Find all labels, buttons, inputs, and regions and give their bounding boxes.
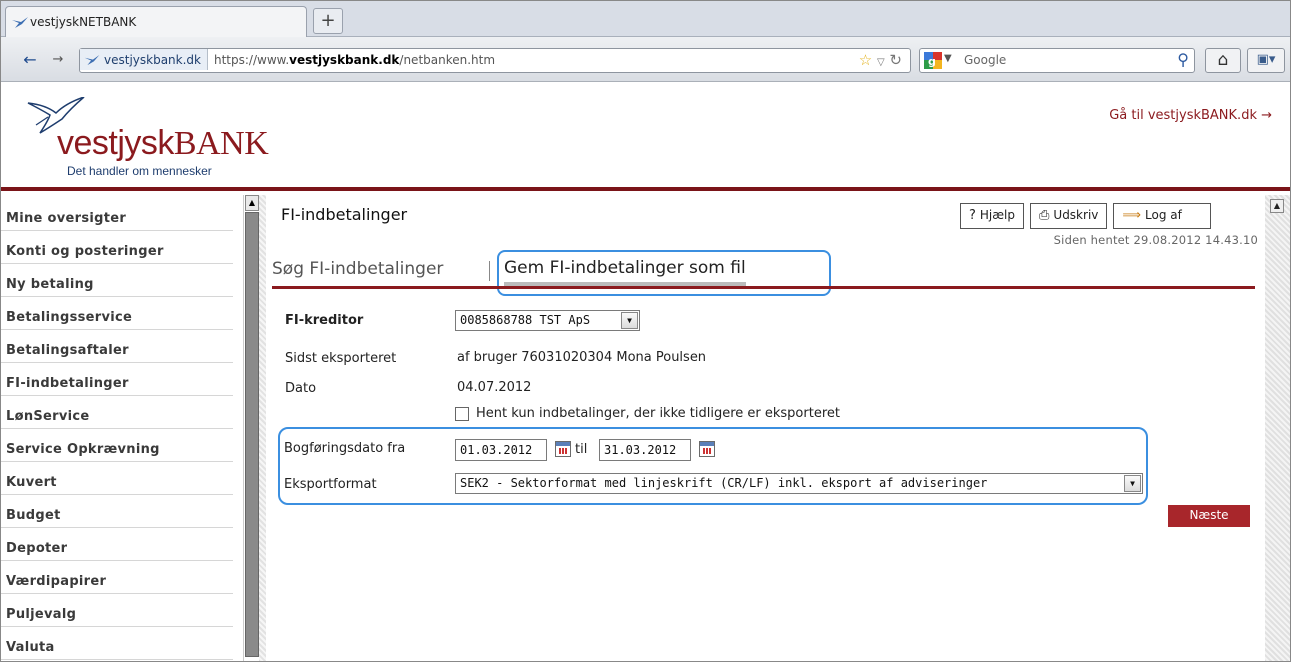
url-path: /netbanken.htm bbox=[399, 53, 496, 67]
tab-underline bbox=[272, 286, 1255, 289]
browser-tab-strip: vestjyskNETBANK + bbox=[1, 1, 1290, 38]
sidebar-item-kuvert[interactable]: Kuvert bbox=[1, 462, 233, 495]
only-new-checkbox[interactable] bbox=[455, 407, 469, 421]
til-label: til bbox=[575, 442, 588, 457]
sidebar-item-betalingsservice[interactable]: Betalingsservice bbox=[1, 297, 233, 330]
google-icon: g bbox=[924, 52, 942, 69]
tab-search-fi-indbetalinger[interactable]: Søg FI-indbetalinger bbox=[272, 259, 443, 279]
calendar-to-icon[interactable] bbox=[699, 441, 715, 457]
date-value: 04.07.2012 bbox=[457, 380, 532, 395]
addon-button[interactable]: ▣▾ bbox=[1247, 48, 1285, 73]
sidebar-item-ny-betaling[interactable]: Ny betaling bbox=[1, 264, 233, 297]
sidebar-item-vaerdipapirer[interactable]: Værdipapirer bbox=[1, 561, 233, 594]
help-button[interactable]: ? Hjælp bbox=[960, 203, 1024, 229]
reload-icon[interactable]: ↻ bbox=[889, 51, 902, 69]
calendar-from-icon[interactable] bbox=[555, 441, 571, 457]
print-button[interactable]: ⎙ Udskriv bbox=[1030, 203, 1108, 229]
sidebar-item-lonservice[interactable]: LønService bbox=[1, 396, 233, 429]
sidebar-item-service-opkraevning[interactable]: Service Opkrævning bbox=[1, 429, 233, 462]
logout-button[interactable]: ⟹ Log af bbox=[1113, 203, 1211, 229]
url-bar-icons: ☆ ▽ ↻ bbox=[859, 51, 902, 69]
last-exported-value: af bruger 76031020304 Mona Poulsen bbox=[457, 350, 707, 365]
bookmark-star-icon[interactable]: ☆ bbox=[859, 51, 872, 69]
sidebar-scrollbar[interactable]: ▲ bbox=[243, 195, 259, 662]
search-icon[interactable]: ⚲ bbox=[1177, 50, 1189, 69]
sidebar-item-valuta[interactable]: Valuta bbox=[1, 627, 233, 660]
header-divider bbox=[1, 187, 1290, 191]
bank-header: vestjyskBANK Det handler om mennesker Gå… bbox=[1, 83, 1290, 187]
sidebar-item-mine-oversigter[interactable]: Mine oversigter bbox=[1, 195, 233, 231]
chevron-down-icon[interactable]: ▼ bbox=[1124, 475, 1141, 492]
bank-logo-text: vestjyskBANK bbox=[57, 124, 269, 162]
creditor-label: FI-kreditor bbox=[285, 313, 364, 328]
export-format-label: Eksportformat bbox=[284, 477, 377, 492]
home-button[interactable]: ⌂ bbox=[1205, 48, 1241, 73]
bird-logo-icon bbox=[84, 55, 100, 66]
new-tab-button[interactable]: + bbox=[313, 8, 343, 34]
sidebar-menu: Mine oversigter Konti og posteringer Ny … bbox=[1, 195, 259, 662]
goto-website-link[interactable]: Gå til vestjyskBANK.dk → bbox=[1109, 108, 1272, 123]
only-new-label: Hent kun indbetalinger, der ikke tidlige… bbox=[476, 406, 840, 421]
creditor-select[interactable]: 0085868788 TST ApS ▼ bbox=[455, 310, 640, 331]
sidebar-item-fi-indbetalinger[interactable]: FI-indbetalinger bbox=[1, 363, 233, 396]
date-label: Dato bbox=[285, 381, 317, 396]
addon-icon: ▣▾ bbox=[1256, 52, 1276, 67]
chevron-down-icon[interactable]: ▼ bbox=[621, 312, 638, 329]
scroll-up-icon[interactable]: ▲ bbox=[1270, 199, 1284, 213]
browser-nav-bar: ← → vestjyskbank.dk https://www.vestjysk… bbox=[1, 37, 1290, 82]
help-icon: ? bbox=[969, 208, 976, 223]
sidebar-item-konti[interactable]: Konti og posteringer bbox=[1, 231, 233, 264]
site-identity-button[interactable]: vestjyskbank.dk bbox=[80, 49, 208, 70]
url-bar[interactable]: vestjyskbank.dk https://www.vestjyskbank… bbox=[79, 48, 911, 73]
scrollbar-thumb[interactable] bbox=[245, 212, 259, 657]
site-identity-label: vestjyskbank.dk bbox=[104, 53, 201, 67]
search-placeholder: Google bbox=[964, 53, 1007, 67]
export-format-value: SEK2 - Sektorformat med linjeskrift (CR/… bbox=[460, 476, 988, 490]
scroll-up-icon[interactable]: ▲ bbox=[245, 195, 259, 211]
page-fetched-time: Siden hentet 29.08.2012 14.43.10 bbox=[1053, 233, 1258, 247]
bank-slogan: Det handler om mennesker bbox=[67, 164, 212, 178]
svg-text:g: g bbox=[928, 55, 936, 68]
booking-date-label: Bogføringsdato fra bbox=[284, 441, 406, 456]
back-button[interactable]: ← bbox=[17, 49, 43, 73]
last-exported-label: Sidst eksporteret bbox=[285, 351, 397, 366]
page-title: FI-indbetalinger bbox=[281, 205, 408, 224]
date-to-input[interactable]: 31.03.2012 bbox=[599, 439, 691, 461]
content-scrollbar[interactable]: ▲ bbox=[1265, 195, 1290, 662]
search-engine-dropdown-icon[interactable]: ▼ bbox=[944, 53, 952, 64]
printer-icon: ⎙ bbox=[1039, 208, 1050, 223]
page-toolbar: ? Hjælp ⎙ Udskriv ⟹ Log af bbox=[954, 203, 1211, 229]
search-bar[interactable]: g ▼ Google ⚲ bbox=[919, 48, 1195, 73]
export-format-select[interactable]: SEK2 - Sektorformat med linjeskrift (CR/… bbox=[455, 473, 1143, 494]
home-icon: ⌂ bbox=[1217, 50, 1229, 70]
frame-gutter bbox=[259, 195, 266, 662]
sidebar-item-depoter[interactable]: Depoter bbox=[1, 528, 233, 561]
main-content: FI-indbetalinger ? Hjælp ⎙ Udskriv ⟹ Log af… bbox=[266, 195, 1265, 662]
sidebar-item-betalingsaftaler[interactable]: Betalingsaftaler bbox=[1, 330, 233, 363]
bank-logo[interactable]: vestjyskBANK Det handler om mennesker bbox=[26, 97, 306, 178]
browser-tab-title: vestjyskNETBANK bbox=[30, 15, 137, 29]
forward-button[interactable]: → bbox=[45, 49, 71, 73]
dropdown-arrow-icon[interactable]: ▽ bbox=[877, 57, 885, 68]
url-prefix: https://www. bbox=[213, 53, 290, 67]
date-from-input[interactable]: 01.03.2012 bbox=[455, 439, 547, 461]
sidebar-item-budget[interactable]: Budget bbox=[1, 495, 233, 528]
sidebar-item-puljevalg[interactable]: Puljevalg bbox=[1, 594, 233, 627]
browser-tab[interactable]: vestjyskNETBANK bbox=[5, 6, 307, 38]
next-button[interactable]: Næste bbox=[1168, 505, 1250, 527]
highlight-tab-annotation bbox=[497, 250, 831, 296]
creditor-select-value: 0085868788 TST ApS bbox=[460, 313, 591, 327]
bird-logo-icon bbox=[12, 17, 28, 28]
tab-separator bbox=[489, 261, 490, 281]
url-domain: vestjyskbank.dk bbox=[289, 53, 400, 67]
logout-arrow-icon: ⟹ bbox=[1122, 208, 1142, 223]
